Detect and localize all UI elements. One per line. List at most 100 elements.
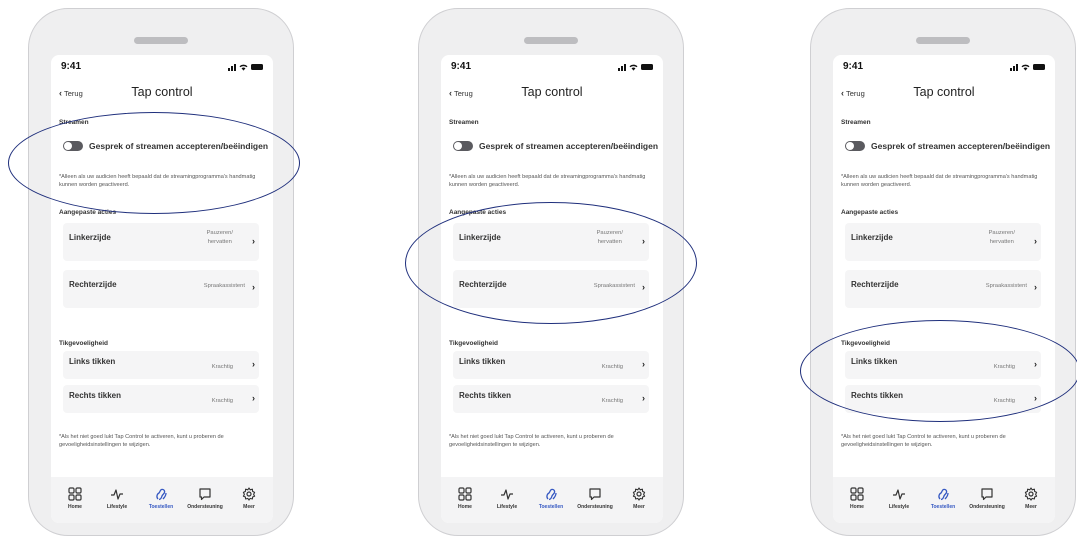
tab-home[interactable]: Home xyxy=(837,487,877,510)
sensitivity-left-label: Links tikken xyxy=(851,357,898,366)
chat-icon xyxy=(981,488,993,501)
tab-lifestyle[interactable]: Lifestyle xyxy=(879,487,919,510)
section-header-streaming: Streamen xyxy=(841,119,871,126)
nav-bar: Tap control ‹ Terug xyxy=(833,85,1055,103)
custom-action-left-row[interactable]: Linkerzijde Pauzeren/ hervatten › xyxy=(453,223,649,261)
streaming-toggle-row[interactable]: Gesprek of streamen accepteren/beëindige… xyxy=(59,139,269,153)
section-header-sensitivity: Tikgevoeligheid xyxy=(59,340,109,347)
sensitivity-right-row[interactable]: Rechts tikken Krachtig › xyxy=(63,385,259,413)
wifi-icon xyxy=(239,64,248,71)
sensitivity-right-row[interactable]: Rechts tikken Krachtig › xyxy=(453,385,649,413)
custom-action-right-label: Rechterzijde xyxy=(459,280,507,289)
grid-icon xyxy=(458,487,472,501)
streaming-toggle-row[interactable]: Gesprek of streamen accepteren/beëindige… xyxy=(449,139,658,153)
custom-action-left-row[interactable]: Linkerzijde Pauzeren/ hervatten › xyxy=(63,223,259,261)
pulse-icon xyxy=(111,489,123,500)
sensitivity-right-value: Krachtig xyxy=(211,398,233,404)
tab-ondersteuning[interactable]: Ondersteuning xyxy=(575,487,615,510)
tab-label: Ondersteuning xyxy=(577,504,613,510)
tab-meer[interactable]: Meer xyxy=(1011,487,1051,510)
tab-lifestyle[interactable]: Lifestyle xyxy=(97,487,137,510)
signal-icon xyxy=(228,63,236,71)
tab-label: Toestellen xyxy=(148,504,174,510)
custom-action-left-value: Pauzeren/ xyxy=(596,230,623,236)
tab-ondersteuning[interactable]: Ondersteuning xyxy=(967,487,1007,510)
custom-action-left-value: Pauzeren/ xyxy=(988,230,1015,236)
back-button[interactable]: ‹ Terug xyxy=(59,88,83,98)
streaming-note: *Alleen als uw audicien heeft bepaald da… xyxy=(59,174,256,188)
tab-label: Lifestyle xyxy=(888,504,910,510)
section-header-custom-actions: Aangepaste acties xyxy=(449,209,507,216)
streaming-toggle[interactable] xyxy=(63,141,83,151)
section-header-sensitivity: Tikgevoeligheid xyxy=(449,340,499,347)
tab-bar: Home Lifestyle Toestellen Ondersteuning … xyxy=(441,477,663,523)
tab-lifestyle[interactable]: Lifestyle xyxy=(487,487,527,510)
tab-label: Home xyxy=(458,504,472,510)
tab-bar: Home Lifestyle Toestellen Ondersteuning … xyxy=(51,477,273,523)
sensitivity-left-row[interactable]: Links tikken Krachtig › xyxy=(453,351,649,379)
custom-action-left-row[interactable]: Linkerzijde Pauzeren/ hervatten › xyxy=(845,223,1041,261)
custom-action-left-value-2: hervatten xyxy=(207,239,232,245)
tab-home[interactable]: Home xyxy=(445,487,485,510)
gear-icon xyxy=(632,487,646,501)
chevron-right-icon: › xyxy=(642,393,645,403)
sensitivity-right-value: Krachtig xyxy=(993,398,1015,404)
chevron-right-icon: › xyxy=(252,359,255,369)
back-label: Terug xyxy=(454,88,473,98)
gear-icon xyxy=(1024,487,1038,501)
grid-icon xyxy=(68,487,82,501)
app-screen: 9:41 Tap control ‹ Terug Streamen Gespre… xyxy=(51,55,273,523)
section-header-streaming: Streamen xyxy=(449,119,479,126)
tab-label: Toestellen xyxy=(930,504,956,510)
status-time: 9:41 xyxy=(843,61,864,72)
tab-label: Meer xyxy=(243,504,255,510)
phone-speaker xyxy=(916,37,970,44)
status-bar: 9:41 xyxy=(441,61,663,77)
streaming-toggle-label: Gesprek of streamen accepteren/beëindige… xyxy=(89,141,269,151)
custom-action-right-label: Rechterzijde xyxy=(69,280,117,289)
chat-icon xyxy=(199,488,211,501)
tab-toestellen[interactable]: Toestellen xyxy=(141,487,181,510)
streaming-toggle[interactable] xyxy=(453,141,473,151)
tab-toestellen[interactable]: Toestellen xyxy=(531,487,571,510)
sensitivity-left-value: Krachtig xyxy=(211,364,233,370)
hearing-aid-icon xyxy=(546,488,557,501)
sensitivity-right-label: Rechts tikken xyxy=(851,391,904,400)
back-button[interactable]: ‹ Terug xyxy=(841,88,865,98)
phone-mockup: 9:41 Tap control ‹ Terug Streamen Gespre… xyxy=(28,8,294,536)
battery-icon xyxy=(1033,64,1045,70)
sensitivity-left-row[interactable]: Links tikken Krachtig › xyxy=(845,351,1041,379)
streaming-toggle[interactable] xyxy=(845,141,865,151)
hearing-aid-icon xyxy=(156,488,167,501)
chevron-right-icon: › xyxy=(642,282,645,292)
streaming-toggle-row[interactable]: Gesprek of streamen accepteren/beëindige… xyxy=(841,139,1050,153)
custom-action-right-value: Spraakassistent xyxy=(593,283,635,289)
sensitivity-left-row[interactable]: Links tikken Krachtig › xyxy=(63,351,259,379)
custom-action-right-row[interactable]: Rechterzijde Spraakassistent › xyxy=(845,270,1041,308)
chevron-right-icon: › xyxy=(1034,236,1037,246)
tab-home[interactable]: Home xyxy=(55,487,95,510)
tab-ondersteuning[interactable]: Ondersteuning xyxy=(185,487,225,510)
chevron-right-icon: › xyxy=(1034,393,1037,403)
wifi-icon xyxy=(1021,64,1030,71)
tab-bar: Home Lifestyle Toestellen Ondersteuning … xyxy=(833,477,1055,523)
custom-action-right-row[interactable]: Rechterzijde Spraakassistent › xyxy=(453,270,649,308)
tab-label: Lifestyle xyxy=(496,504,518,510)
page-title: Tap control xyxy=(131,85,193,99)
tab-meer[interactable]: Meer xyxy=(619,487,659,510)
streaming-note: *Alleen als uw audicien heeft bepaald da… xyxy=(449,174,646,188)
section-header-custom-actions: Aangepaste acties xyxy=(59,209,117,216)
sensitivity-right-label: Rechts tikken xyxy=(459,391,512,400)
chevron-right-icon: › xyxy=(642,236,645,246)
tab-meer[interactable]: Meer xyxy=(229,487,269,510)
battery-icon xyxy=(251,64,263,70)
streaming-note: *Alleen als uw audicien heeft bepaald da… xyxy=(841,174,1038,188)
tab-label: Meer xyxy=(633,504,645,510)
tab-toestellen[interactable]: Toestellen xyxy=(923,487,963,510)
sensitivity-note: *Als het niet goed lukt Tap Control te a… xyxy=(449,434,614,448)
custom-action-right-row[interactable]: Rechterzijde Spraakassistent › xyxy=(63,270,259,308)
sensitivity-right-row[interactable]: Rechts tikken Krachtig › xyxy=(845,385,1041,413)
back-button[interactable]: ‹ Terug xyxy=(449,88,473,98)
phone-mockup: 9:41 Tap control ‹ Terug Streamen Gespre… xyxy=(810,8,1076,536)
section-header-streaming: Streamen xyxy=(59,119,89,126)
